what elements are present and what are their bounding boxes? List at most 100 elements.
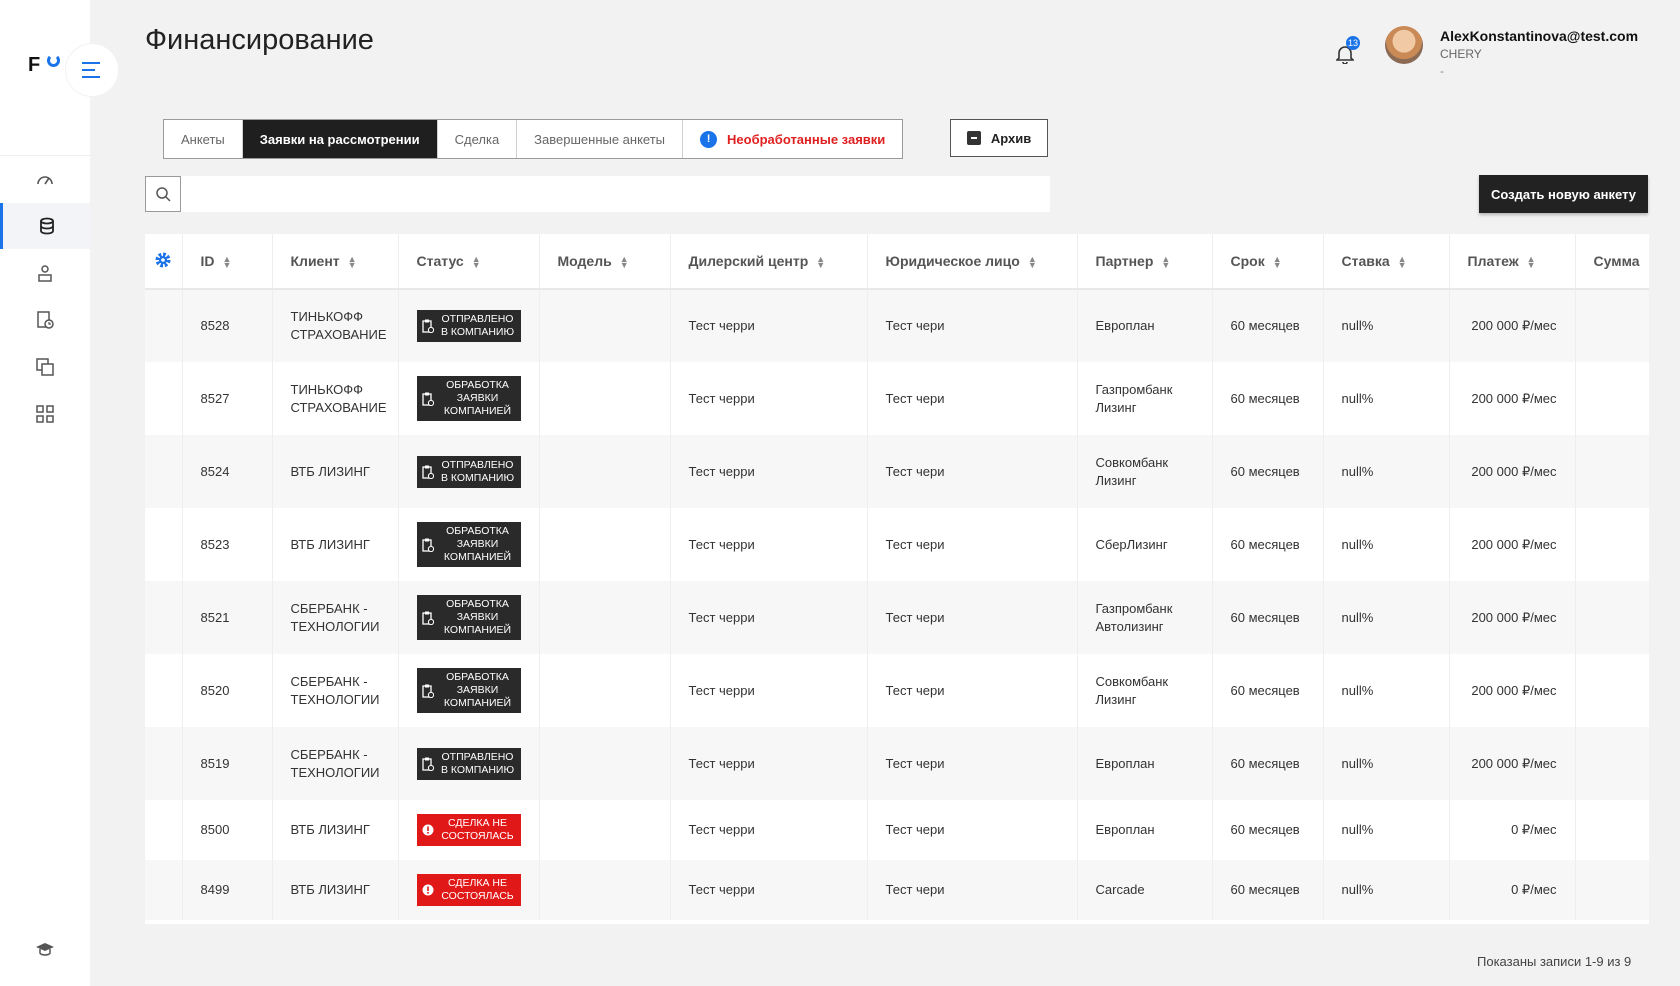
tabs-bar: Анкеты Заявки на рассмотрении Сделка Зав…: [163, 119, 904, 159]
create-questionnaire-button[interactable]: Создать новую анкету: [1479, 175, 1648, 213]
cell-model: [539, 508, 671, 581]
cell-client: ВТБ ЛИЗИНГ: [272, 860, 399, 920]
grid-icon: [36, 405, 54, 423]
cell-model: [539, 289, 671, 362]
table-row[interactable]: 8523 ВТБ ЛИЗИНГ ОБРАБОТКА ЗАЯВКИ КОМПАНИЕЙ…: [145, 508, 1649, 581]
sidebar-item-financing[interactable]: [0, 203, 90, 249]
cell-legal-entity: Тест чери: [867, 727, 1078, 800]
cell-sum: [1575, 289, 1649, 362]
status-text: СДЕЛКА НЕ СОСТОЯЛАСЬ: [441, 817, 514, 842]
cell-legal-entity: Тест чери: [867, 435, 1078, 508]
cell-client: ВТБ ЛИЗИНГ: [272, 435, 399, 508]
sidebar-item-apps[interactable]: [0, 391, 90, 437]
status-badge: ОБРАБОТКА ЗАЯВКИ КОМПАНИЕЙ: [416, 522, 521, 567]
cell-payment: 200 000 ₽/мес: [1449, 362, 1576, 435]
cell-id: 8521: [182, 581, 273, 654]
cell-status: СДЕЛКА НЕ СОСТОЯЛАСЬ: [398, 800, 540, 860]
table-row[interactable]: 8524 ВТБ ЛИЗИНГ ОТПРАВЛЕНО В КОМПАНИЮ Тест …: [145, 435, 1649, 508]
table-row[interactable]: 8528 ТИНЬКОФФ СТРАХОВАНИЕ ОТПРАВЛЕНО В КОМ…: [145, 289, 1649, 362]
status-text: СДЕЛКА НЕ СОСТОЯЛАСЬ: [441, 877, 514, 902]
search-input[interactable]: [185, 176, 1045, 212]
archive-label: Архив: [990, 130, 1032, 146]
row-spacer-cell: [145, 508, 183, 581]
archive-button[interactable]: Архив: [950, 119, 1048, 157]
exclamation-icon: [421, 883, 435, 897]
column-header-term[interactable]: Срок ▲ ▼: [1212, 234, 1324, 290]
cell-status: ОБРАБОТКА ЗАЯВКИ КОМПАНИЕЙ: [398, 362, 540, 435]
gear-icon: [155, 252, 171, 267]
sort-icon: ▲ ▼: [816, 254, 826, 271]
column-header-partner[interactable]: Партнер ▲ ▼: [1077, 234, 1213, 290]
table-row[interactable]: 8500 ВТБ ЛИЗИНГ СДЕЛКА НЕ СОСТОЯЛАСЬ Тест ч…: [145, 800, 1649, 860]
tab-deal[interactable]: Сделка: [438, 120, 518, 158]
user-email[interactable]: AlexKonstantinova@test.com: [1440, 28, 1638, 44]
column-header-label: ID: [200, 253, 215, 269]
table-row[interactable]: 8527 ТИНЬКОФФ СТРАХОВАНИЕ ОБРАБОТКА ЗАЯВКИ…: [145, 362, 1649, 435]
document-clock-icon: [421, 319, 435, 333]
table-row[interactable]: 8499 ВТБ ЛИЗИНГ СДЕЛКА НЕ СОСТОЯЛАСЬ Тест ч…: [145, 860, 1649, 920]
sidebar-item-dashboard[interactable]: [0, 156, 90, 202]
column-settings-button[interactable]: [145, 234, 183, 290]
cell-model: [539, 362, 671, 435]
column-header-label: Партнер: [1095, 253, 1154, 269]
column-header-label: Клиент: [290, 253, 340, 269]
tab-applications-review[interactable]: Заявки на рассмотрении: [242, 120, 438, 158]
cell-model: [539, 581, 671, 654]
logo-letter: F: [28, 54, 41, 76]
tab-questionnaires[interactable]: Анкеты: [164, 120, 243, 158]
user-avatar[interactable]: [1385, 26, 1423, 64]
cell-client: ВТБ ЛИЗИНГ: [272, 508, 399, 581]
row-spacer-cell: [145, 435, 183, 508]
table-row[interactable]: 8521 СБЕРБАНК - ТЕХНОЛОГИИ ОБРАБОТКА ЗАЯВК…: [145, 581, 1649, 654]
column-header-model[interactable]: Модель ▲ ▼: [539, 234, 671, 290]
cell-rate: null%: [1323, 860, 1450, 920]
cell-rate: null%: [1323, 581, 1450, 654]
app-logo[interactable]: F: [28, 54, 60, 77]
column-header-status[interactable]: Статус ▲ ▼: [398, 234, 540, 290]
cell-payment: 200 000 ₽/мес: [1449, 435, 1576, 508]
status-text: ОБРАБОТКА ЗАЯВКИ КОМПАНИЕЙ: [443, 598, 512, 636]
table-row[interactable]: 8519 СБЕРБАНК - ТЕХНОЛОГИИ ОТПРАВЛЕНО В КО…: [145, 727, 1649, 800]
cell-dealer: Тест черри: [670, 508, 868, 581]
cell-dealer: Тест черри: [670, 654, 868, 727]
column-header-payment[interactable]: Платеж ▲ ▼: [1449, 234, 1576, 290]
sidebar-item-copies[interactable]: [0, 344, 90, 390]
cell-payment: 200 000 ₽/мес: [1449, 654, 1576, 727]
cell-partner: Газпромбанк Лизинг: [1077, 362, 1213, 435]
cell-term: 60 месяцев: [1212, 362, 1324, 435]
column-header-label: Дилерский центр: [688, 253, 809, 269]
column-header-label: Ставка: [1341, 253, 1390, 269]
column-header-label: Сумма: [1593, 253, 1640, 269]
column-header-dealer[interactable]: Дилерский центр ▲ ▼: [670, 234, 868, 290]
cell-model: [539, 727, 671, 800]
sidebar-item-learning[interactable]: [0, 926, 90, 972]
column-header-sum[interactable]: Сумма: [1575, 234, 1649, 290]
column-header-id[interactable]: ID ▲ ▼: [182, 234, 273, 290]
status-badge: ОБРАБОТКА ЗАЯВКИ КОМПАНИЕЙ: [416, 376, 521, 421]
cell-partner: Совкомбанк Лизинг: [1077, 654, 1213, 727]
cell-sum: [1575, 362, 1649, 435]
column-header-legal-entity[interactable]: Юридическое лицо ▲ ▼: [867, 234, 1078, 290]
cell-legal-entity: Тест чери: [867, 654, 1078, 727]
column-header-client[interactable]: Клиент ▲ ▼: [272, 234, 399, 290]
cell-sum: [1575, 508, 1649, 581]
menu-toggle-button[interactable]: [66, 44, 118, 96]
tab-unprocessed[interactable]: ! Необработанные заявки: [683, 120, 902, 158]
column-header-rate[interactable]: Ставка ▲ ▼: [1323, 234, 1450, 290]
cell-dealer: Тест черри: [670, 727, 868, 800]
table-row[interactable]: 8520 СБЕРБАНК - ТЕХНОЛОГИИ ОБРАБОТКА ЗАЯВК…: [145, 654, 1649, 727]
status-text: ОТПРАВЛЕНО В КОМПАНИЮ: [440, 458, 515, 484]
cell-id: 8499: [182, 860, 273, 920]
sort-icon: ▲ ▼: [347, 254, 357, 271]
status-text: ОБРАБОТКА ЗАЯВКИ КОМПАНИЕЙ: [443, 379, 512, 417]
search-button[interactable]: [145, 176, 181, 212]
document-clock-icon: [421, 611, 435, 625]
status-badge: ОБРАБОТКА ЗАЯВКИ КОМПАНИЕЙ: [416, 668, 521, 713]
sidebar-item-clients[interactable]: [0, 250, 90, 296]
cell-status: ОБРАБОТКА ЗАЯВКИ КОМПАНИЕЙ: [398, 508, 540, 581]
records-count: Показаны записи 1-9 из 9: [1477, 954, 1632, 969]
tab-completed[interactable]: Завершенные анкеты: [517, 120, 684, 158]
column-header-label: Срок: [1230, 253, 1265, 269]
sort-icon: ▲ ▼: [619, 254, 629, 271]
sidebar-item-documents[interactable]: [0, 297, 90, 343]
